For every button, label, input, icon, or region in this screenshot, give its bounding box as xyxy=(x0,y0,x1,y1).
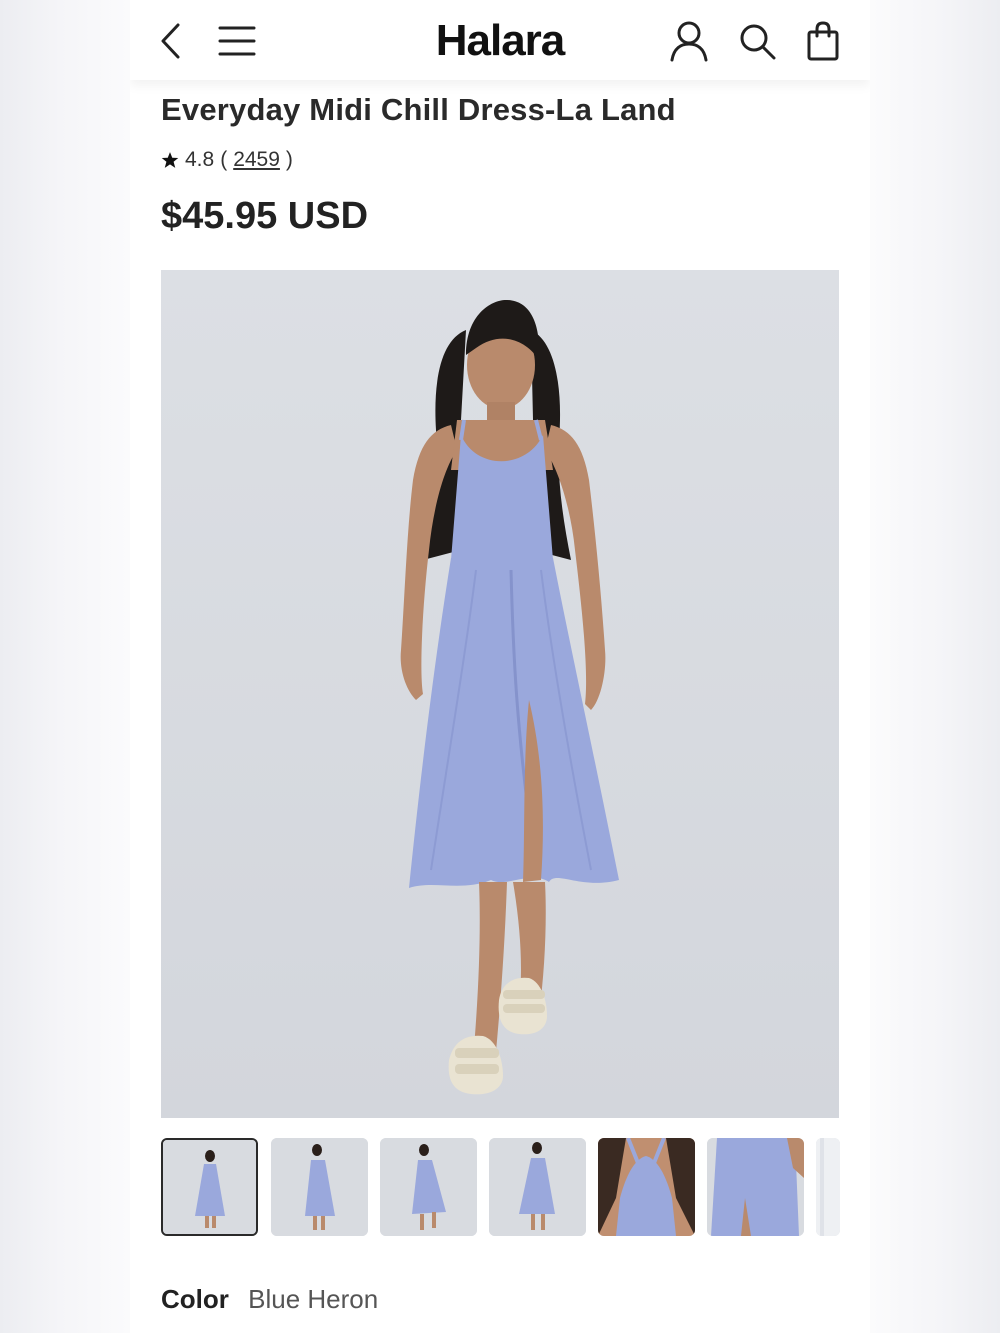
account-icon xyxy=(670,21,708,62)
thumbnail-6[interactable] xyxy=(707,1138,804,1236)
thumbnail-image xyxy=(380,1138,477,1236)
bag-icon xyxy=(807,21,839,61)
product-title: Everyday Midi Chill Dress-La Land xyxy=(161,92,676,127)
search-button[interactable] xyxy=(736,20,778,62)
thumbnail-3[interactable] xyxy=(380,1138,477,1236)
thumbnail-7[interactable] xyxy=(816,1138,840,1236)
thumbnail-image xyxy=(489,1138,586,1236)
thumbnail-2[interactable] xyxy=(271,1138,368,1236)
cart-button[interactable] xyxy=(802,20,844,62)
thumbnail-image xyxy=(271,1138,368,1236)
top-nav-bar: Halara xyxy=(130,0,870,80)
thumbnail-image xyxy=(707,1138,804,1236)
color-value: Blue Heron xyxy=(248,1284,379,1314)
image-thumbnail-strip xyxy=(161,1138,861,1238)
thumbnail-image xyxy=(816,1138,840,1236)
thumbnail-1[interactable] xyxy=(161,1138,258,1236)
star-icon xyxy=(161,152,179,168)
rating-value: 4.8 xyxy=(185,148,215,171)
product-price: $45.95 USD xyxy=(161,195,369,237)
account-button[interactable] xyxy=(668,20,710,62)
color-selector-label: Color Blue Heron xyxy=(161,1284,378,1315)
search-icon xyxy=(740,24,776,60)
product-rating: 4.8 ( 2459 ) xyxy=(161,148,293,172)
model-dress-illustration xyxy=(161,270,839,1118)
product-main-image[interactable] xyxy=(161,270,839,1118)
product-page: Halara Everyday Midi Chill Dress-La Land… xyxy=(130,0,870,1333)
color-label: Color xyxy=(161,1284,229,1314)
thumbnail-image xyxy=(163,1140,256,1234)
rating-paren-close: ) xyxy=(285,148,293,171)
rating-paren-open: ( xyxy=(220,148,228,171)
thumbnail-5[interactable] xyxy=(598,1138,695,1236)
thumbnail-4[interactable] xyxy=(489,1138,586,1236)
review-count-link[interactable]: 2459 xyxy=(233,148,280,172)
thumbnail-image xyxy=(598,1138,695,1236)
